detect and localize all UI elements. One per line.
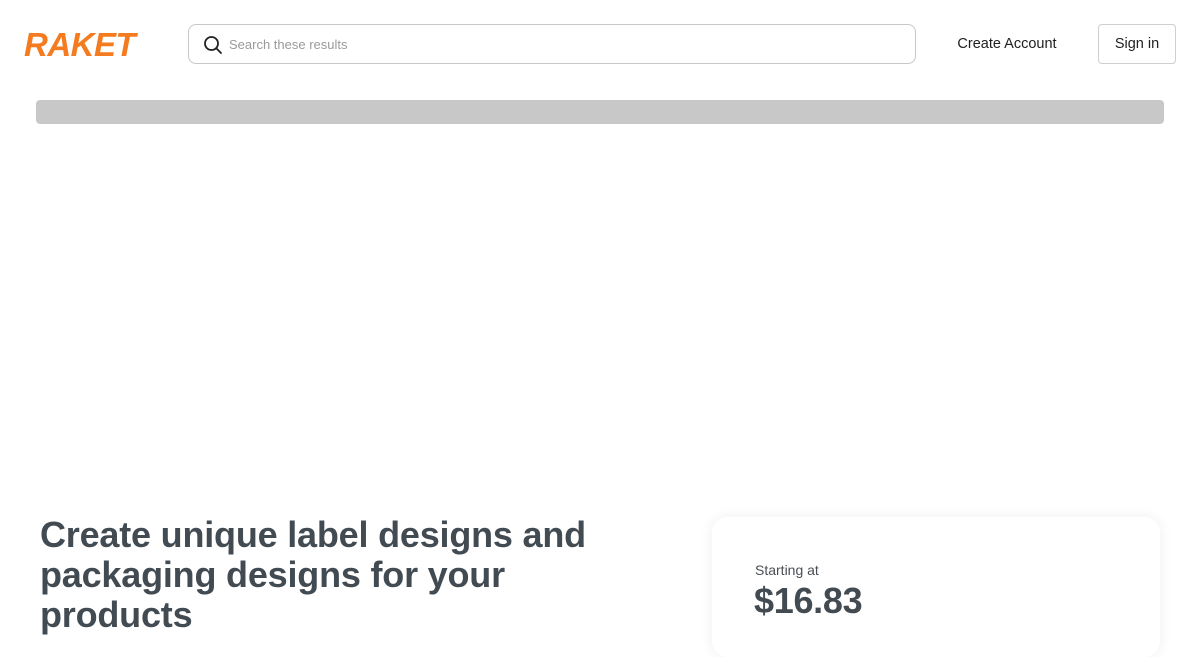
site-header: RAKET Create Account Sign in	[0, 0, 1200, 88]
hero-title: Create unique label designs and packagin…	[40, 514, 586, 635]
search-input[interactable]	[229, 25, 889, 63]
logo-wordmark: RAKET	[24, 26, 139, 60]
search-icon	[202, 34, 224, 56]
search-bar[interactable]	[188, 24, 916, 64]
create-account-link[interactable]: Create Account	[944, 24, 1070, 64]
price-value: $16.83	[754, 580, 863, 621]
sign-in-button[interactable]: Sign in	[1098, 24, 1176, 64]
price-label: Starting at	[755, 562, 819, 578]
raket-logo[interactable]: RAKET	[24, 26, 160, 63]
price-card: Starting at $16.83	[712, 517, 1160, 657]
loading-placeholder-bar	[36, 100, 1164, 124]
